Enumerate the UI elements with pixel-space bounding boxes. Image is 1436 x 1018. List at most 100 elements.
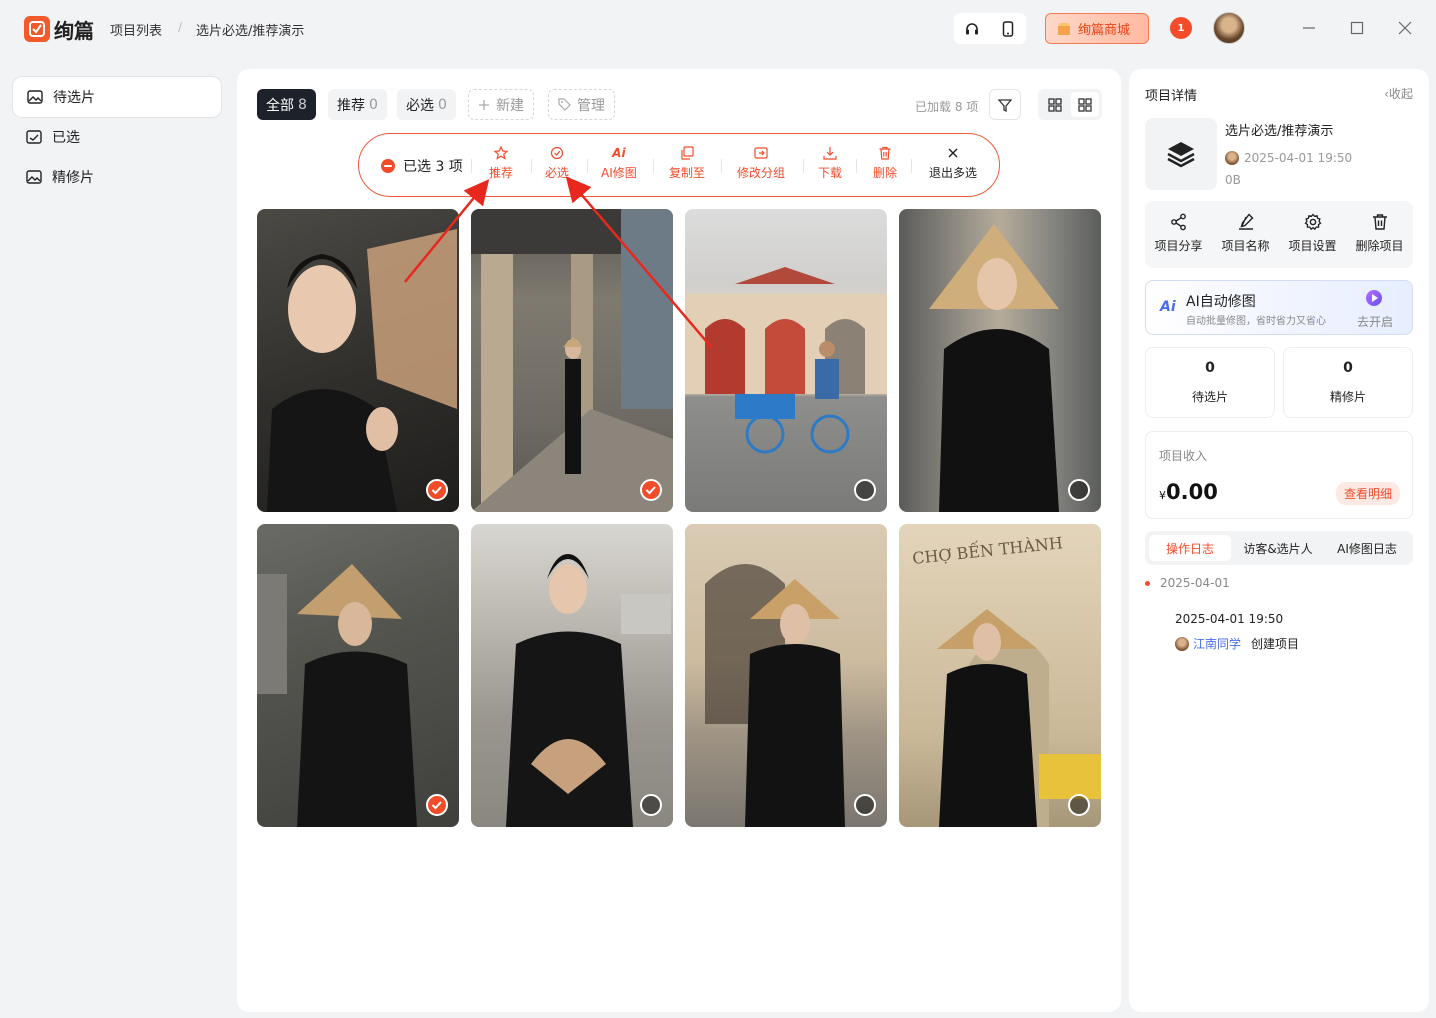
sidebar-item-label: 已选 (52, 130, 80, 146)
tool-label: 必选 (545, 166, 570, 180)
photo-select-checkbox[interactable] (1068, 794, 1090, 816)
divider (856, 159, 857, 173)
photo-7[interactable] (685, 524, 887, 827)
income-label: 项目收入 (1159, 449, 1208, 463)
close-icon (948, 148, 958, 158)
tool-label: 退出多选 (929, 166, 978, 180)
ai-card-subtitle: 自动批量修图，省时省力又省心 (1186, 316, 1326, 327)
download-button[interactable]: 下载 (818, 146, 842, 181)
project-thumbnail (1145, 118, 1217, 190)
deselect-icon[interactable] (381, 159, 395, 173)
sidebar-item-selected[interactable]: 已选 (12, 116, 222, 158)
change-group-button[interactable]: 修改分组 (737, 146, 785, 181)
photo-5-image (257, 564, 417, 827)
tab-operation-log[interactable]: 操作日志 (1149, 535, 1231, 561)
user-avatar[interactable] (1213, 12, 1245, 44)
gear-icon (1304, 213, 1321, 231)
copy-to-button[interactable]: 复制至 (669, 146, 705, 181)
delete-project-button[interactable]: 删除项目 (1346, 213, 1413, 254)
photo-8[interactable]: CHỢ BẾN THÀNH (899, 524, 1101, 827)
svg-text:CHỢ BẾN THÀNH: CHỢ BẾN THÀNH (911, 530, 1064, 568)
sidebar-item-pending[interactable]: 待选片 (12, 76, 222, 118)
new-group-button[interactable]: 新建 (468, 89, 534, 120)
check-circle-icon (550, 146, 564, 160)
photo-select-checkbox[interactable] (854, 479, 876, 501)
creator-avatar (1225, 151, 1239, 165)
tab-visitors[interactable]: 访客&选片人 (1235, 535, 1321, 561)
sidebar-item-label: 精修片 (52, 170, 94, 186)
action-label: 项目分享 (1154, 239, 1203, 253)
filter-button[interactable] (989, 89, 1021, 120)
photo-select-checkbox[interactable] (426, 794, 448, 816)
project-detail-panel: 项目详情 ‹收起 选片必选/推荐演示 2025-04-01 19:50 0B 项… (1129, 69, 1429, 1012)
photo-1-image (267, 229, 457, 512)
divider (803, 159, 804, 173)
breadcrumb-project-list[interactable]: 项目列表 (110, 20, 162, 39)
divider (587, 159, 588, 173)
maximize-icon[interactable] (1346, 17, 1368, 39)
photo-select-checkbox[interactable] (1068, 479, 1090, 501)
tab-recommend[interactable]: 推荐 0 (328, 89, 387, 120)
tab-ai-log[interactable]: AI修图日志 (1325, 535, 1409, 561)
view-details-button[interactable]: 查看明细 (1335, 482, 1400, 505)
stat-retouched: 0 精修片 (1283, 347, 1413, 418)
collapse-button[interactable]: ‹收起 (1384, 85, 1413, 102)
tab-label: 必选 (406, 97, 434, 114)
tab-count: 0 (438, 96, 447, 113)
stat-label: 精修片 (1329, 390, 1366, 404)
tab-must[interactable]: 必选 0 (397, 89, 456, 120)
photo-6-image (506, 554, 671, 827)
photo-5[interactable] (257, 524, 459, 827)
share-project-button[interactable]: 项目分享 (1145, 213, 1212, 254)
trash-icon (879, 146, 891, 160)
log-user[interactable]: 江南同学 (1193, 635, 1241, 652)
currency-symbol: ¥ (1159, 489, 1166, 502)
must-select-button[interactable]: 必选 (545, 146, 569, 181)
breadcrumb-separator: / (178, 20, 183, 34)
photo-select-checkbox[interactable] (640, 794, 662, 816)
ai-enable-link[interactable]: 去开启 (1357, 313, 1393, 330)
photo-2-image (471, 209, 673, 512)
tool-label: 修改分组 (737, 166, 786, 180)
project-settings-button[interactable]: 项目设置 (1279, 213, 1346, 254)
photo-4[interactable] (899, 209, 1101, 512)
copy-icon (681, 146, 694, 160)
tab-label: 全部 (266, 97, 294, 114)
photo-select-checkbox[interactable] (426, 479, 448, 501)
app-name: 绚篇 (54, 19, 94, 43)
project-income-card: 项目收入 ¥0.00 查看明细 (1145, 431, 1413, 519)
headset-icon[interactable] (954, 13, 990, 44)
log-action: 创建项目 (1251, 637, 1300, 651)
small-grid-icon[interactable] (1071, 92, 1099, 117)
sidebar-item-retouched[interactable]: 精修片 (12, 156, 222, 198)
rename-project-button[interactable]: 项目名称 (1212, 213, 1279, 254)
selection-toolbar: 已选 3 项 推荐 必选 Ai AI修图 复制至 修改分组 下载 删除 退出多选 (358, 133, 1000, 197)
income-amount: ¥0.00 (1159, 480, 1218, 504)
ai-retouch-button[interactable]: Ai AI修图 (601, 146, 637, 181)
ai-auto-retouch-card[interactable]: Ai AI自动修图 自动批量修图，省时省力又省心 去开启 (1145, 280, 1413, 335)
delete-button[interactable]: 删除 (873, 146, 897, 181)
exit-multiselect-button[interactable]: 退出多选 (929, 146, 977, 181)
manage-button[interactable]: 管理 (548, 89, 615, 120)
loaded-count: 已加载 8 项 (915, 100, 979, 114)
photo-select-checkbox[interactable] (854, 794, 876, 816)
edit-icon (1238, 213, 1253, 230)
notification-badge[interactable]: 1 (1170, 17, 1192, 39)
action-label: 项目设置 (1288, 239, 1337, 253)
recommend-button[interactable]: 推荐 (489, 146, 513, 181)
photo-3[interactable] (685, 209, 887, 512)
star-icon (494, 146, 508, 160)
tab-all[interactable]: 全部 8 (257, 89, 316, 120)
photo-select-checkbox[interactable] (640, 479, 662, 501)
photo-1[interactable] (257, 209, 459, 512)
play-icon (1366, 290, 1382, 306)
close-window-icon[interactable] (1394, 17, 1416, 39)
user-avatar-small (1175, 636, 1189, 651)
minimize-icon[interactable] (1298, 17, 1320, 39)
photo-2[interactable] (471, 209, 673, 512)
phone-icon[interactable] (990, 13, 1026, 44)
photo-6[interactable] (471, 524, 673, 827)
log-date-text: 2025-04-01 (1160, 576, 1230, 590)
large-grid-icon[interactable] (1041, 92, 1069, 117)
store-button[interactable]: 绚篇商城 (1045, 13, 1149, 44)
